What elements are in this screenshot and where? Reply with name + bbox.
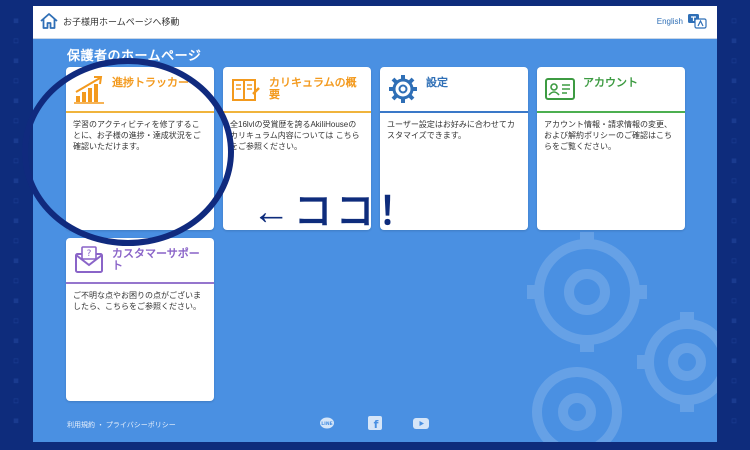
svg-text:?: ? xyxy=(87,249,92,259)
customer-support-card[interactable]: ? カスタマーサポート ご不明な点やお困りの点がございましたら、こちらをご参照く… xyxy=(66,238,214,401)
svg-text:LINE: LINE xyxy=(321,421,332,427)
card-title: カスタマーサポート xyxy=(112,248,200,272)
card-title: カリキュラムの概要 xyxy=(269,77,357,101)
book-icon xyxy=(232,79,260,101)
card-description: ユーザー設定はお好みに合わせてカスタマイズできます。 xyxy=(387,120,515,140)
language-switch-link[interactable]: English xyxy=(657,17,683,26)
footer-links[interactable]: 利用規約 ・ プライバシーポリシー xyxy=(67,420,176,430)
youtube-icon[interactable] xyxy=(413,416,429,430)
card-description: ご不明な点やお困りの点がございましたら、こちらをご参照ください。 xyxy=(73,291,201,311)
card-title: アカウント xyxy=(583,77,638,89)
card-title: 設定 xyxy=(426,77,448,89)
card-description: アカウント情報・請求情報の変更、および解約ポリシーのご確認はこちらをご覧ください… xyxy=(544,120,672,151)
background-pattern-right: ▫ ▪ ▫ ▪ ▫ ▪ ▫ ▪ ▫ ▪ ▫ ▪ ▫ ▪ ▫ ▪ ▫ ▪ ▫ ▪ ▫ xyxy=(730,13,738,427)
annotation-arrow-text: ←ココ！ xyxy=(252,191,421,233)
highlight-circle xyxy=(22,58,234,246)
id-card-icon xyxy=(545,78,575,100)
globe-language-icon[interactable] xyxy=(687,11,707,31)
account-card[interactable]: アカウント アカウント情報・請求情報の変更、および解約ポリシーのご確認はこちらを… xyxy=(537,67,685,230)
envelope-icon: ? xyxy=(75,246,103,273)
gear-decoration-icon xyxy=(527,232,717,442)
card-description: 全16lvlの受賞歴を誇るAkiliHouseのカリキュラム内容については こち… xyxy=(230,120,360,151)
line-icon[interactable]: LINE xyxy=(319,416,335,430)
card-header: カリキュラムの概要 xyxy=(223,67,371,113)
card-header: アカウント xyxy=(537,67,685,113)
card-header: 設定 xyxy=(380,67,528,113)
background-pattern-left: ▪ ▫ ▪ ▫ ▪ ▫ ▪ ▫ ▪ ▫ ▪ ▫ ▪ ▫ ▪ ▫ ▪ ▫ ▪ ▫ ▪ xyxy=(12,13,20,427)
svg-text:f: f xyxy=(374,418,379,430)
home-icon[interactable] xyxy=(39,11,59,31)
facebook-icon[interactable]: f xyxy=(367,416,383,430)
top-bar: お子様用ホームページへ移動 English xyxy=(33,6,717,39)
child-homepage-link[interactable]: お子様用ホームページへ移動 xyxy=(63,15,180,28)
gear-icon xyxy=(389,75,417,103)
